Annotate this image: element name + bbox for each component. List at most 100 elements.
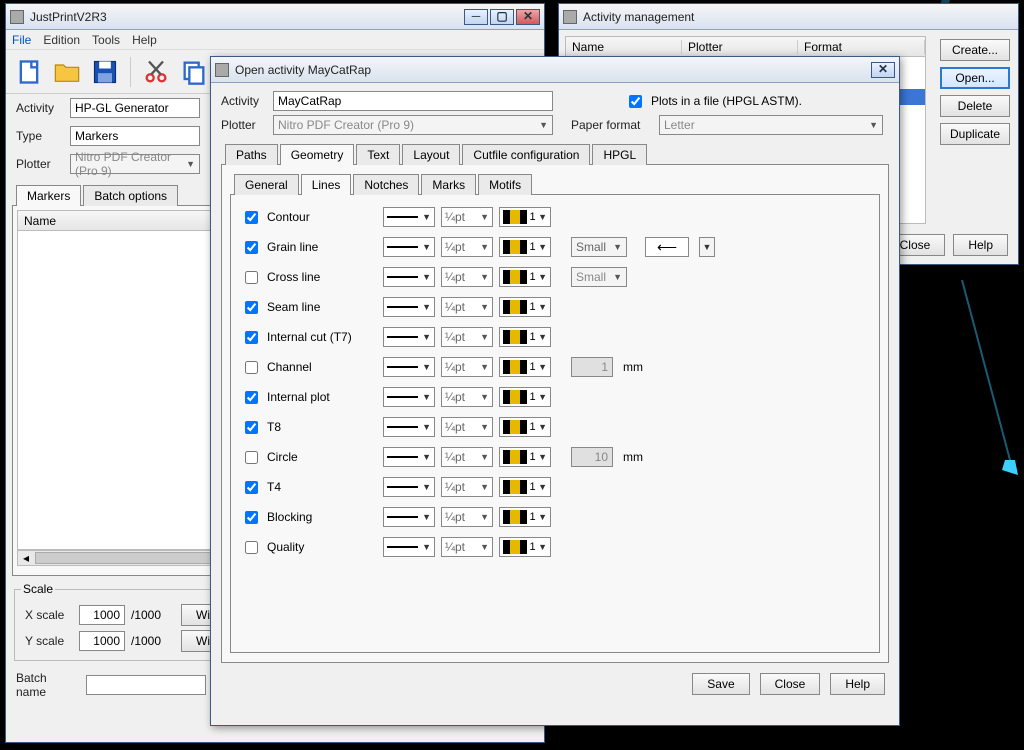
- cut-icon[interactable]: [139, 54, 173, 90]
- dlg-activity-field[interactable]: [273, 91, 553, 111]
- menu-help[interactable]: Help: [132, 33, 157, 47]
- line-enable-checkbox[interactable]: [245, 421, 258, 434]
- line-width-combo[interactable]: ¼pt▼: [441, 237, 493, 257]
- line-enable-checkbox[interactable]: [245, 241, 258, 254]
- dlg-close-x[interactable]: ✕: [871, 62, 895, 78]
- tab-layout[interactable]: Layout: [402, 144, 460, 165]
- line-color-combo[interactable]: 1▼: [499, 417, 551, 437]
- open-button[interactable]: Open...: [940, 67, 1010, 89]
- line-style-combo[interactable]: ▼: [383, 357, 435, 377]
- line-enable-checkbox[interactable]: [245, 481, 258, 494]
- line-width-combo[interactable]: ¼pt▼: [441, 417, 493, 437]
- grain-arrow-dropdown[interactable]: ▼: [703, 242, 712, 252]
- line-style-combo[interactable]: ▼: [383, 297, 435, 317]
- tab-batch-options[interactable]: Batch options: [83, 185, 178, 206]
- line-width-combo[interactable]: ¼pt▼: [441, 447, 493, 467]
- tab-hpgl[interactable]: HPGL: [592, 144, 647, 165]
- minimize-button[interactable]: ─: [464, 9, 488, 25]
- col-plotter[interactable]: Plotter: [682, 40, 798, 54]
- line-style-combo[interactable]: ▼: [383, 327, 435, 347]
- line-width-combo[interactable]: ¼pt▼: [441, 267, 493, 287]
- line-enable-checkbox[interactable]: [245, 391, 258, 404]
- line-color-combo[interactable]: 1▼: [499, 207, 551, 227]
- menu-file[interactable]: File: [12, 33, 31, 47]
- plotter-combo[interactable]: Nitro PDF Creator (Pro 9)▼: [70, 154, 200, 174]
- menu-tools[interactable]: Tools: [92, 33, 120, 47]
- open-folder-icon[interactable]: [50, 54, 84, 90]
- line-color-combo[interactable]: 1▼: [499, 507, 551, 527]
- duplicate-button[interactable]: Duplicate: [940, 123, 1010, 145]
- save-icon[interactable]: [88, 54, 122, 90]
- save-button[interactable]: Save: [692, 673, 749, 695]
- paper-format-combo[interactable]: Letter▼: [659, 115, 883, 135]
- line-size-field[interactable]: 10: [571, 447, 613, 467]
- mgmt-help-button[interactable]: Help: [953, 234, 1008, 256]
- line-color-combo[interactable]: 1▼: [499, 537, 551, 557]
- tab-paths[interactable]: Paths: [225, 144, 278, 165]
- line-style-combo[interactable]: ▼: [383, 507, 435, 527]
- dlg-close-button[interactable]: Close: [760, 673, 821, 695]
- delete-button[interactable]: Delete: [940, 95, 1010, 117]
- subtab-lines[interactable]: Lines: [301, 174, 352, 195]
- line-width-combo[interactable]: ¼pt▼: [441, 207, 493, 227]
- plots-in-file-checkbox[interactable]: [629, 95, 642, 108]
- col-name[interactable]: Name: [566, 40, 682, 54]
- line-enable-checkbox[interactable]: [245, 361, 258, 374]
- new-file-icon[interactable]: [12, 54, 46, 90]
- grain-size-combo[interactable]: Small▼: [571, 237, 627, 257]
- tab-geometry[interactable]: Geometry: [280, 144, 355, 165]
- line-style-combo[interactable]: ▼: [383, 207, 435, 227]
- yscale-field[interactable]: [79, 631, 125, 651]
- line-color-combo[interactable]: 1▼: [499, 447, 551, 467]
- line-enable-checkbox[interactable]: [245, 451, 258, 464]
- line-width-combo[interactable]: ¼pt▼: [441, 537, 493, 557]
- line-color-combo[interactable]: 1▼: [499, 357, 551, 377]
- line-enable-checkbox[interactable]: [245, 511, 258, 524]
- tab-cutfile[interactable]: Cutfile configuration: [462, 144, 590, 165]
- dlg-plotter-combo[interactable]: Nitro PDF Creator (Pro 9)▼: [273, 115, 553, 135]
- tab-markers[interactable]: Markers: [16, 185, 81, 206]
- dlg-titlebar[interactable]: Open activity MayCatRap ✕: [211, 57, 899, 83]
- line-color-combo[interactable]: 1▼: [499, 237, 551, 257]
- line-enable-checkbox[interactable]: [245, 541, 258, 554]
- col-format[interactable]: Format: [798, 40, 925, 54]
- line-style-combo[interactable]: ▼: [383, 237, 435, 257]
- batchname-field[interactable]: [86, 675, 206, 695]
- dlg-help-button[interactable]: Help: [830, 673, 885, 695]
- line-width-combo[interactable]: ¼pt▼: [441, 477, 493, 497]
- line-width-combo[interactable]: ¼pt▼: [441, 507, 493, 527]
- line-style-combo[interactable]: ▼: [383, 267, 435, 287]
- line-style-combo[interactable]: ▼: [383, 447, 435, 467]
- line-width-combo[interactable]: ¼pt▼: [441, 297, 493, 317]
- line-color-combo[interactable]: 1▼: [499, 477, 551, 497]
- xscale-field[interactable]: [79, 605, 125, 625]
- subtab-general[interactable]: General: [234, 174, 299, 195]
- main-titlebar[interactable]: JustPrintV2R3 ─ ▢ ✕: [6, 4, 544, 30]
- subtab-notches[interactable]: Notches: [353, 174, 419, 195]
- menu-edition[interactable]: Edition: [43, 33, 80, 47]
- activity-field[interactable]: [70, 98, 200, 118]
- line-enable-checkbox[interactable]: [245, 331, 258, 344]
- line-width-combo[interactable]: ¼pt▼: [441, 387, 493, 407]
- maximize-button[interactable]: ▢: [490, 9, 514, 25]
- mgmt-titlebar[interactable]: Activity management: [559, 4, 1018, 30]
- line-style-combo[interactable]: ▼: [383, 417, 435, 437]
- line-color-combo[interactable]: 1▼: [499, 267, 551, 287]
- tab-text[interactable]: Text: [356, 144, 400, 165]
- line-color-combo[interactable]: 1▼: [499, 387, 551, 407]
- create-button[interactable]: Create...: [940, 39, 1010, 61]
- line-enable-checkbox[interactable]: [245, 271, 258, 284]
- line-style-combo[interactable]: ▼: [383, 537, 435, 557]
- line-color-combo[interactable]: 1▼: [499, 297, 551, 317]
- copy-icon[interactable]: [177, 54, 211, 90]
- line-style-combo[interactable]: ▼: [383, 387, 435, 407]
- line-width-combo[interactable]: ¼pt▼: [441, 357, 493, 377]
- line-color-combo[interactable]: 1▼: [499, 327, 551, 347]
- line-enable-checkbox[interactable]: [245, 211, 258, 224]
- type-field[interactable]: [70, 126, 200, 146]
- subtab-marks[interactable]: Marks: [421, 174, 476, 195]
- line-enable-checkbox[interactable]: [245, 301, 258, 314]
- close-button[interactable]: ✕: [516, 9, 540, 25]
- line-size-field[interactable]: 1: [571, 357, 613, 377]
- line-style-combo[interactable]: ▼: [383, 477, 435, 497]
